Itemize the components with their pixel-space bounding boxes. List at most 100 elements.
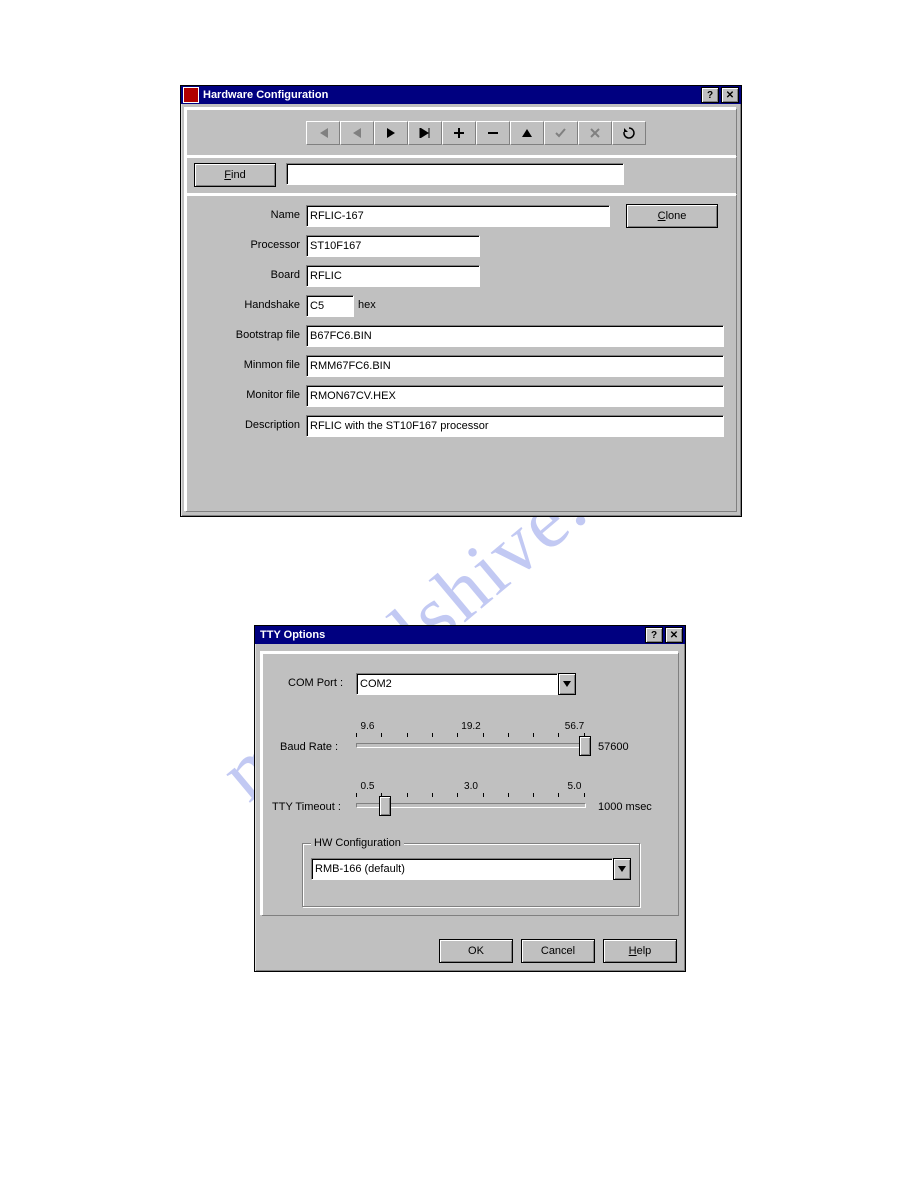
hw-title: Hardware Configuration	[203, 89, 699, 101]
tb-last[interactable]	[408, 121, 442, 145]
handshake-label: Handshake	[196, 299, 300, 311]
tb-play[interactable]	[374, 121, 408, 145]
check-icon	[555, 128, 567, 138]
processor-input[interactable]: ST10F167	[306, 235, 480, 257]
help-button[interactable]: Help	[603, 939, 677, 963]
handshake-input[interactable]: C5	[306, 295, 354, 317]
tb-remove[interactable]	[476, 121, 510, 145]
tb-prev[interactable]	[340, 121, 374, 145]
app-icon	[183, 87, 199, 103]
hw-config-dropdown[interactable]: RMB-166 (default)	[311, 858, 631, 880]
ok-label: OK	[468, 945, 484, 957]
hw-toolbar	[306, 121, 646, 145]
minmon-input[interactable]: RMM67FC6.BIN	[306, 355, 724, 377]
tb-cancel[interactable]	[578, 121, 612, 145]
comport-dropdown[interactable]: COM2	[356, 673, 576, 695]
minus-icon	[488, 128, 498, 138]
processor-value: ST10F167	[310, 240, 361, 252]
play-icon	[386, 128, 396, 138]
board-label: Board	[196, 269, 300, 281]
hw-config-chevron[interactable]	[613, 858, 631, 880]
tty-help-button[interactable]: ?	[645, 627, 663, 643]
cancel-button[interactable]: Cancel	[521, 939, 595, 963]
comport-value: COM2	[360, 678, 392, 690]
find-label: Find	[224, 169, 245, 181]
plus-icon	[454, 128, 464, 138]
hw-config-group: HW Configuration RMB-166 (default)	[302, 843, 640, 907]
board-value: RFLIC	[310, 270, 342, 282]
chevron-down-icon	[618, 866, 626, 872]
minmon-label: Minmon file	[196, 359, 300, 371]
timeout-slider[interactable]	[356, 793, 586, 809]
bootstrap-input[interactable]: B67FC6.BIN	[306, 325, 724, 347]
tb-add[interactable]	[442, 121, 476, 145]
find-input[interactable]	[286, 163, 624, 185]
tty-close-button[interactable]: ✕	[665, 627, 683, 643]
first-icon	[317, 128, 329, 138]
description-value: RFLIC with the ST10F167 processor	[310, 420, 489, 432]
timeout-thumb[interactable]	[379, 796, 391, 816]
tb-first[interactable]	[306, 121, 340, 145]
baud-tick-0: 9.6	[361, 721, 375, 732]
baud-tick-2: 56.7	[565, 721, 584, 732]
tb-apply[interactable]	[544, 121, 578, 145]
handshake-value: C5	[310, 300, 324, 312]
timeout-value: 1000 msec	[598, 801, 652, 813]
monitor-input[interactable]: RMON67CV.HEX	[306, 385, 724, 407]
bootstrap-value: B67FC6.BIN	[310, 330, 372, 342]
baudrate-slider[interactable]	[356, 733, 586, 749]
hex-label: hex	[358, 299, 376, 311]
processor-label: Processor	[196, 239, 300, 251]
description-label: Description	[196, 419, 300, 431]
hw-config-legend: HW Configuration	[311, 837, 404, 849]
hw-toolbar-panel	[185, 108, 737, 156]
close-icon: ✕	[726, 90, 734, 101]
baudrate-thumb[interactable]	[579, 736, 591, 756]
comport-label: COM Port :	[288, 677, 343, 689]
comport-chevron[interactable]	[558, 673, 576, 695]
chevron-down-icon	[563, 681, 571, 687]
tty-titlebar: TTY Options ? ✕	[255, 626, 685, 644]
last-icon	[419, 128, 431, 138]
help-icon: ?	[707, 90, 713, 101]
cancel-label: Cancel	[541, 945, 575, 957]
help-button[interactable]: ?	[701, 87, 719, 103]
find-button[interactable]: Find	[194, 163, 276, 187]
name-input[interactable]: RFLIC-167	[306, 205, 610, 227]
baud-tick-1: 19.2	[461, 721, 480, 732]
refresh-icon	[623, 127, 635, 139]
hw-config-value: RMB-166 (default)	[315, 863, 405, 875]
timeout-tick-1: 3.0	[464, 781, 478, 792]
x-icon	[590, 128, 600, 138]
baudrate-value: 57600	[598, 741, 629, 753]
help-label: Help	[629, 945, 652, 957]
hw-find-panel: Find	[185, 156, 737, 194]
bootstrap-label: Bootstrap file	[196, 329, 300, 341]
hw-form-panel: Name RFLIC-167 Clone Processor ST10F167 …	[185, 194, 737, 512]
minmon-value: RMM67FC6.BIN	[310, 360, 391, 372]
ok-button[interactable]: OK	[439, 939, 513, 963]
board-input[interactable]: RFLIC	[306, 265, 480, 287]
tb-refresh[interactable]	[612, 121, 646, 145]
timeout-tick-2: 5.0	[568, 781, 582, 792]
baudrate-label: Baud Rate :	[280, 741, 338, 753]
clone-label: Clone	[658, 210, 687, 222]
up-icon	[522, 129, 532, 137]
timeout-label: TTY Timeout :	[272, 801, 341, 813]
close-button[interactable]: ✕	[721, 87, 739, 103]
hardware-config-window: Hardware Configuration ? ✕ Find Name RFL…	[180, 85, 742, 517]
clone-button[interactable]: Clone	[626, 204, 718, 228]
tty-options-window: TTY Options ? ✕ COM Port : COM2 Baud Rat…	[254, 625, 686, 972]
description-input[interactable]: RFLIC with the ST10F167 processor	[306, 415, 724, 437]
name-label: Name	[196, 209, 300, 221]
help-icon: ?	[651, 630, 657, 641]
timeout-tick-0: 0.5	[361, 781, 375, 792]
monitor-label: Monitor file	[196, 389, 300, 401]
tty-main-panel: COM Port : COM2 Baud Rate : 9.6 19.2 56.…	[261, 652, 679, 916]
prev-icon	[352, 128, 362, 138]
monitor-value: RMON67CV.HEX	[310, 390, 396, 402]
name-value: RFLIC-167	[310, 210, 364, 222]
tty-button-bar: OK Cancel Help	[439, 939, 677, 963]
tb-up[interactable]	[510, 121, 544, 145]
tty-title: TTY Options	[257, 629, 643, 641]
